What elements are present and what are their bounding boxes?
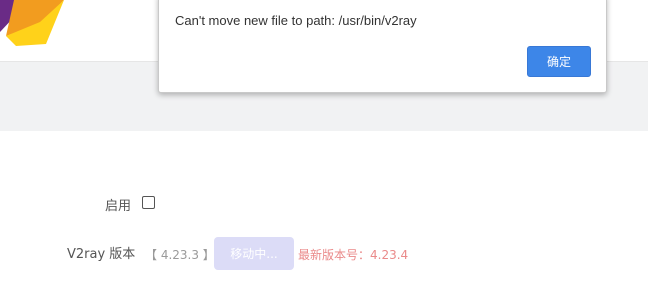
moving-button[interactable]: 移动中... — [214, 237, 294, 270]
current-version-text: 【 4.23.3 】 — [145, 248, 215, 262]
enable-label: 启用 — [105, 199, 132, 214]
version-label: V2ray 版本 — [67, 247, 136, 262]
app-logo — [0, 0, 64, 46]
dialog-ok-button[interactable]: 确定 — [527, 46, 591, 77]
alert-dialog: Can't move new file to path: /usr/bin/v2… — [158, 0, 607, 93]
enable-checkbox[interactable] — [142, 196, 155, 209]
dialog-message: Can't move new file to path: /usr/bin/v2… — [175, 13, 417, 28]
latest-version-text: 最新版本号：4.23.4 — [298, 248, 409, 262]
